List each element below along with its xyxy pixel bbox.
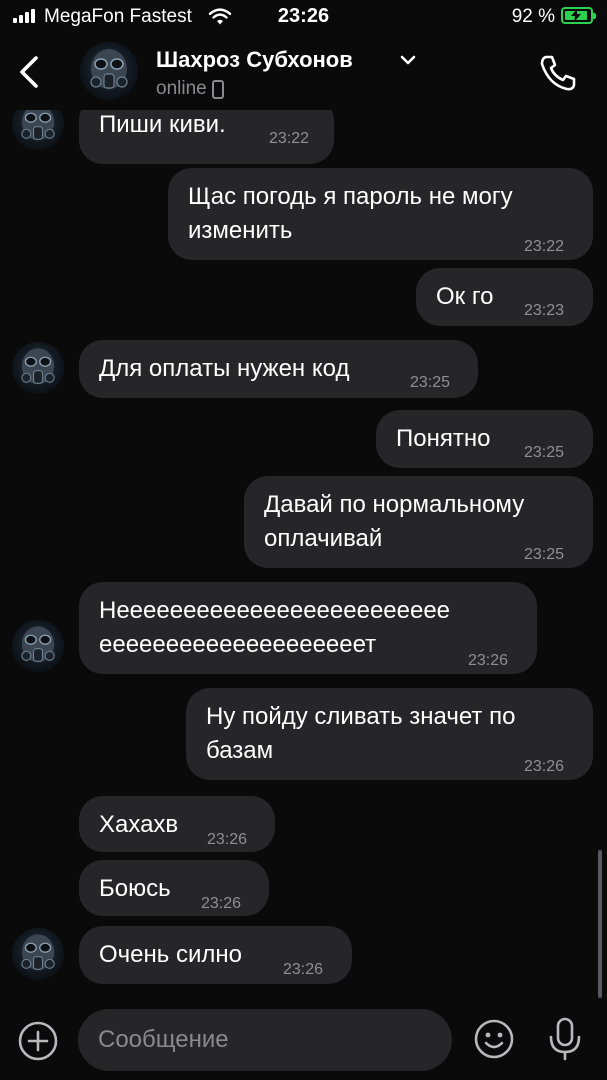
message-text: Давай по нормальному оплачивай [264,491,525,552]
message-text: Понятно [396,425,491,452]
message-text: Для оплаты нужен код [99,355,350,382]
incoming-message-bubble[interactable]: Боюсь 23:26 [79,860,269,916]
message-time: 23:23 [524,302,565,319]
avatar[interactable] [12,620,64,672]
message-text: Неееееееееееееееееееееееее еееееееееееее… [99,597,451,658]
avatar[interactable] [80,42,138,100]
back-chevron-icon[interactable] [10,48,50,96]
message-text: Боюсь [99,875,171,902]
status-bar: MegaFon Fastest 23:26 92 % [0,0,607,34]
message-text: Щас погодь я пароль не могу изменить [188,183,513,244]
composer [0,1000,607,1080]
outgoing-message-bubble[interactable]: Понятно 23:25 [376,410,593,468]
battery-percent: 92 % [511,6,555,27]
incoming-message-bubble[interactable]: Пиши киви. 23:22 [79,110,334,164]
outgoing-message-bubble[interactable]: Давай по нормальному оплачивай 23:25 [244,476,593,568]
scrollbar[interactable] [598,850,602,998]
phone-device-icon [212,80,224,99]
avatar[interactable] [12,342,64,394]
message-time: 23:26 [201,895,242,912]
outgoing-message-bubble[interactable]: Ну пойду сливать значет по базам 23:26 [186,688,593,780]
message-text: Очень силно [99,941,242,968]
message-text: Хахахв [99,811,179,838]
message-time: 23:26 [468,652,509,669]
phone-call-icon[interactable] [537,52,579,94]
outgoing-message-bubble[interactable]: Ок го 23:23 [416,268,593,326]
incoming-message-bubble[interactable]: Для оплаты нужен код 23:25 [79,340,478,398]
outgoing-message-bubble[interactable]: Щас погодь я пароль не могу изменить 23:2… [168,168,593,260]
message-time: 23:26 [283,961,324,978]
avatar[interactable] [12,928,64,980]
message-time: 23:22 [269,130,310,147]
contact-name[interactable]: Шахроз Субхонов [156,47,353,73]
message-time: 23:26 [207,831,248,848]
message-text: Пиши киви. [99,111,226,138]
avatar[interactable] [12,110,64,150]
contact-status: online [156,78,207,99]
incoming-message-bubble[interactable]: Хахахв 23:26 [79,796,275,852]
incoming-message-bubble[interactable]: Неееееееееееееееееееееееее еееееееееееее… [79,582,537,674]
message-time: 23:25 [524,444,565,461]
message-text: Ну пойду сливать значет по базам [206,703,516,764]
plus-icon[interactable] [17,1020,59,1062]
message-input[interactable] [78,1009,452,1071]
emoji-icon[interactable] [473,1018,515,1060]
message-text: Ок го [436,283,494,310]
incoming-message-bubble[interactable]: Очень силно 23:26 [79,926,352,984]
chat-header: Шахроз Субхонов online [0,34,607,110]
chevron-down-icon[interactable] [398,52,418,68]
microphone-icon[interactable] [546,1016,584,1062]
message-time: 23:26 [524,758,565,775]
message-time: 23:22 [524,238,565,255]
battery-charging-icon [561,7,596,24]
message-time: 23:25 [410,374,451,391]
message-list[interactable]: Пиши киви. 23:22 Щас погодь я пароль не мо… [0,110,607,1000]
message-time: 23:25 [524,546,565,563]
